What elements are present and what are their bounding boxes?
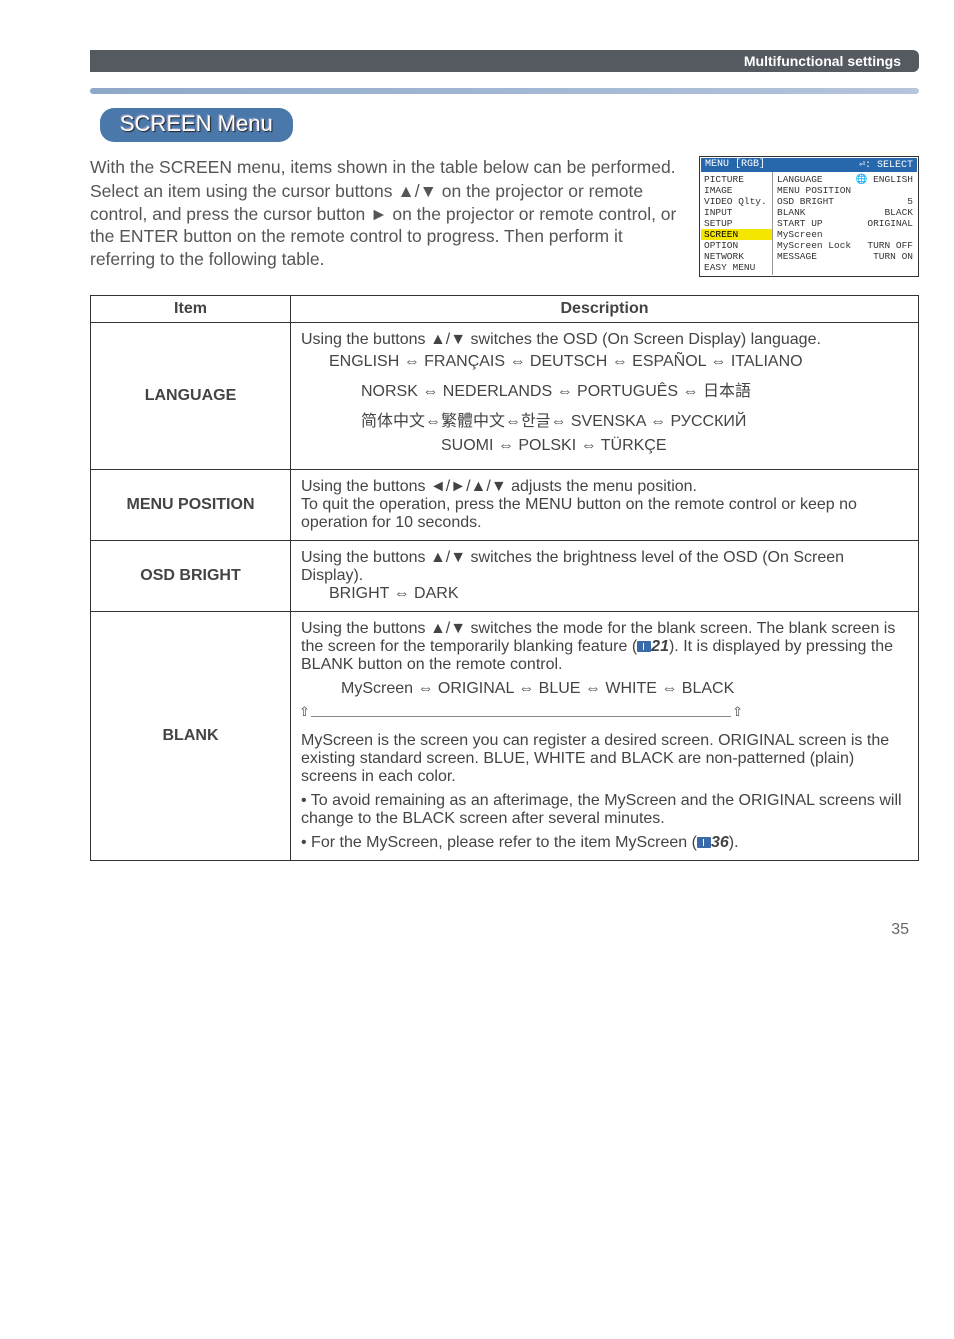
section-label: Multifunctional settings [744, 53, 901, 69]
osd-r-key: MESSAGE [777, 251, 817, 262]
osd-r-key: MyScreen [777, 229, 823, 240]
row-label-osd-bright: OSD BRIGHT [91, 541, 291, 612]
table-row: LANGUAGE Using the buttons ▲/▼ switches … [91, 323, 919, 470]
row-desc-blank: Using the buttons ▲/▼ switches the mode … [291, 612, 919, 861]
lang-line1: Using the buttons ▲/▼ switches the OSD (… [301, 331, 908, 349]
intro-p1: With the SCREEN menu, items shown in the… [90, 156, 683, 178]
section-header: Multifunctional settings [90, 50, 919, 72]
osd-r-val: TURN ON [873, 251, 913, 262]
osd-r-key: MENU POSITION [777, 185, 851, 196]
intro-p2: Select an item using the cursor buttons … [90, 180, 683, 270]
osdb-cycle: BRIGHT ⇔ DARK [329, 585, 908, 603]
osd-left-col: PICTURE IMAGE VIDEO Qlty. INPUT SETUP SC… [701, 172, 773, 275]
osd-left-item: PICTURE [701, 174, 772, 185]
osd-r-key: START UP [777, 218, 823, 229]
osdb-line1: Using the buttons ▲/▼ switches the brigh… [301, 549, 908, 585]
accent-line [90, 88, 919, 94]
row-label-blank: BLANK [91, 612, 291, 861]
book-icon [697, 837, 711, 848]
row-desc-osd-bright: Using the buttons ▲/▼ switches the brigh… [291, 541, 919, 612]
table-row: OSD BRIGHT Using the buttons ▲/▼ switche… [91, 541, 919, 612]
settings-table: Item Description LANGUAGE Using the butt… [90, 295, 919, 861]
th-desc: Description [291, 296, 919, 323]
osd-r-val: TURN OFF [867, 240, 913, 251]
blank-cycle-line [311, 716, 731, 717]
intro-text: With the SCREEN menu, items shown in the… [90, 156, 683, 272]
page-number: 35 [0, 921, 909, 939]
osd-r-key: OSD BRIGHT [777, 196, 834, 207]
blank-p1-ref: 21 [651, 638, 669, 655]
osd-left-item: IMAGE [701, 185, 772, 196]
lang-cycle4: SUOMI ⇔ POLSKI ⇔ TÜRKÇE [441, 437, 908, 455]
blank-p2: MyScreen is the screen you can register … [301, 732, 908, 786]
blank-p4a: • For the MyScreen, please refer to the … [301, 834, 697, 851]
osd-r-val: ORIGINAL [867, 218, 913, 229]
blank-p4b: ). [729, 834, 739, 851]
menu-title-text: SCREEN Menu [120, 111, 273, 136]
osd-left-item: INPUT [701, 207, 772, 218]
table-row: BLANK Using the buttons ▲/▼ switches the… [91, 612, 919, 861]
osd-left-item: NETWORK [701, 251, 772, 262]
table-row: MENU POSITION Using the buttons ◄/►/▲/▼ … [91, 470, 919, 541]
osd-r-key: BLANK [777, 207, 806, 218]
osd-left-item: VIDEO Qlty. [701, 196, 772, 207]
osd-r-key: LANGUAGE [777, 174, 823, 185]
blank-p3: • To avoid remaining as an afterimage, t… [301, 792, 908, 828]
osd-r-val: 🌐 ENGLISH [856, 174, 913, 185]
lang-cycle1: ENGLISH ⇔ FRANÇAIS ⇔ DEUTSCH ⇔ ESPAÑOL ⇔… [329, 353, 908, 371]
blank-p1: Using the buttons ▲/▼ switches the mode … [301, 620, 908, 674]
osd-screenshot: MENU [RGB] ⏎: SELECT PICTURE IMAGE VIDEO… [699, 156, 919, 277]
row-label-language: LANGUAGE [91, 323, 291, 470]
book-icon [637, 641, 651, 652]
row-desc-menu-position: Using the buttons ◄/►/▲/▼ adjusts the me… [291, 470, 919, 541]
lang-cycle3: 简体中文⇔繁體中文⇔한글⇔ SVENSKA ⇔ РУССКИЙ [361, 407, 908, 431]
osd-right-col: LANGUAGE 🌐 ENGLISH MENU POSITION OSD BRIG… [773, 172, 917, 275]
osd-header-right: ⏎: SELECT [859, 159, 913, 171]
osd-header-left: MENU [RGB] [705, 159, 765, 171]
lang-cycle2: NORSK ⇔ NEDERLANDS ⇔ PORTUGUÊS ⇔ 日本語 [361, 377, 908, 401]
blank-p4: • For the MyScreen, please refer to the … [301, 834, 908, 852]
row-label-menu-position: MENU POSITION [91, 470, 291, 541]
osd-left-item: SETUP [701, 218, 772, 229]
osd-r-key: MyScreen Lock [777, 240, 851, 251]
th-item: Item [91, 296, 291, 323]
row-desc-language: Using the buttons ▲/▼ switches the OSD (… [291, 323, 919, 470]
menu-title-pill: SCREEN Menu [100, 108, 293, 142]
osd-left-item: OPTION [701, 240, 772, 251]
osd-left-item: EASY MENU [701, 262, 772, 273]
osd-r-val: BLACK [884, 207, 913, 218]
osd-r-val: 5 [907, 196, 913, 207]
blank-p4-ref: 36 [711, 834, 729, 851]
osd-left-item-highlight: SCREEN [701, 229, 772, 240]
blank-cycle: MyScreen ⇔ ORIGINAL ⇔ BLUE ⇔ WHITE ⇔ BLA… [341, 680, 908, 698]
